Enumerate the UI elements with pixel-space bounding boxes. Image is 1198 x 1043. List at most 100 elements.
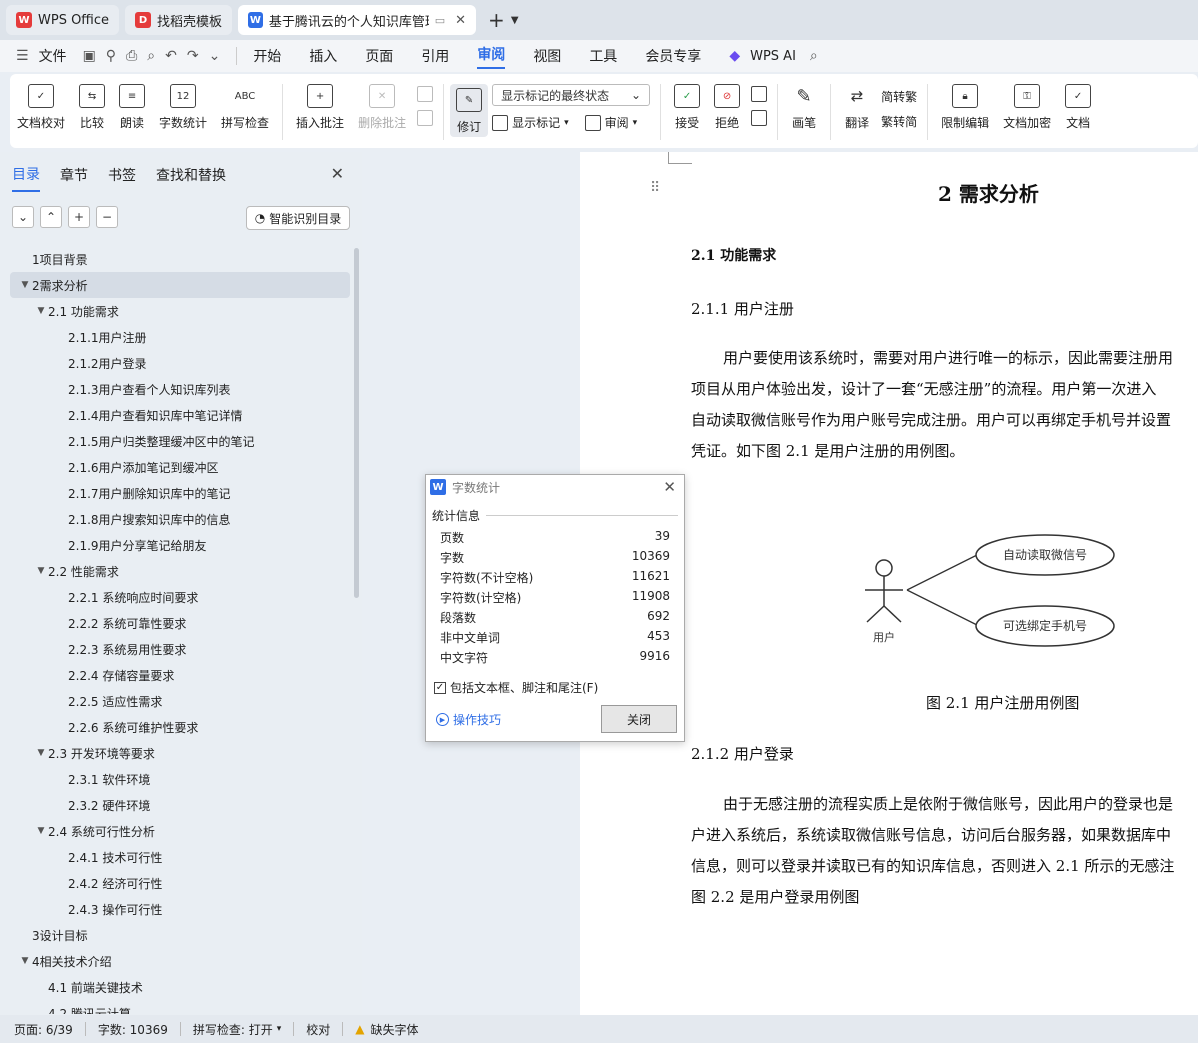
doc-button[interactable]: ✓ 文档 — [1058, 84, 1098, 131]
read-aloud-button[interactable]: ≡ 朗读 — [112, 84, 152, 131]
to-simplified-button[interactable]: 繁转简 — [881, 113, 917, 130]
plus-icon[interactable]: + — [68, 206, 90, 228]
print-icon[interactable]: ⎙ — [126, 48, 137, 64]
close-button[interactable]: 关闭 — [601, 705, 677, 733]
compare-button[interactable]: ⇆ 比较 — [72, 84, 112, 131]
translate-button[interactable]: ⇄ 翻译 — [837, 84, 877, 131]
reject-button[interactable]: ⊘ 拒绝 — [707, 84, 747, 131]
next-revision-icon[interactable] — [751, 110, 768, 126]
caret-down-icon[interactable]: ▼ — [18, 280, 32, 290]
toc-item[interactable]: 2.3.2 硬件环境 — [10, 792, 350, 818]
toc-item[interactable]: 4.2 腾讯云计算 — [10, 1000, 350, 1015]
toc-item[interactable]: 2.1.1用户注册 — [10, 324, 350, 350]
close-icon[interactable]: ✕ — [455, 13, 466, 28]
checkbox-checked-icon[interactable]: ✓ — [434, 681, 446, 694]
spell-check-status[interactable]: 拼写检查: 打开 ▾ — [193, 1021, 281, 1038]
caret-down-icon[interactable]: ▼ — [34, 748, 48, 758]
toc-item[interactable]: 2.4.1 技术可行性 — [10, 844, 350, 870]
tab-chapters[interactable]: 章节 — [60, 165, 88, 191]
chevron-down-icon[interactable]: ⌄ — [12, 206, 34, 228]
markup-select[interactable]: 显示标记的最终状态 ⌄ — [492, 84, 651, 106]
tab-wps-office[interactable]: W WPS Office — [6, 5, 120, 35]
redo-icon[interactable]: ↷ — [187, 48, 199, 64]
spell-check-button[interactable]: ABC 拼写检查 — [214, 84, 276, 131]
delete-comment-button[interactable]: ✕ 删除批注 — [351, 84, 413, 131]
menu-view[interactable]: 视图 — [533, 46, 561, 66]
share-icon[interactable]: ⚲ — [106, 48, 116, 64]
toc-item[interactable]: 2.1.3用户查看个人知识库列表 — [10, 376, 350, 402]
insert-comment-button[interactable]: + 插入批注 — [289, 84, 351, 131]
toc-item[interactable]: 2.4.3 操作可行性 — [10, 896, 350, 922]
toc-item[interactable]: 2.2.1 系统响应时间要求 — [10, 584, 350, 610]
menu-insert[interactable]: 插入 — [309, 46, 337, 66]
toc-item[interactable]: 2.2.6 系统可维护性要求 — [10, 714, 350, 740]
toc-item[interactable]: 1项目背景 — [10, 246, 350, 272]
toc-item[interactable]: ▼ 4相关技术介绍 — [10, 948, 350, 974]
ink-button[interactable]: ✎ 画笔 — [784, 84, 824, 131]
prev-revision-icon[interactable] — [751, 86, 768, 102]
include-textbox-checkbox[interactable]: ✓ 包括文本框、脚注和尾注(F) — [434, 679, 598, 696]
tab-toc[interactable]: 目录 — [12, 164, 40, 192]
chevron-up-icon[interactable]: ⌃ — [40, 206, 62, 228]
tab-bookmarks[interactable]: 书签 — [108, 165, 136, 191]
toc-item[interactable]: 2.1.2用户登录 — [10, 350, 350, 376]
toc-item[interactable]: ▼ 2需求分析 — [10, 272, 350, 298]
chevron-down-icon[interactable]: ▼ — [511, 15, 519, 26]
smart-toc-button[interactable]: ◔ 智能识别目录 — [246, 206, 350, 230]
encrypt-button[interactable]: ⚿ 文档加密 — [996, 84, 1058, 131]
toc-item[interactable]: 3设计目标 — [10, 922, 350, 948]
save-icon[interactable]: ▣ — [83, 48, 96, 64]
tab-document[interactable]: W 基于腾讯云的个人知识库管理: ▭ ✕ — [238, 5, 477, 35]
undo-icon[interactable]: ↶ — [165, 48, 177, 64]
toc-item[interactable]: ▼ 2.1 功能需求 — [10, 298, 350, 324]
menu-member[interactable]: 会员专享 — [645, 46, 701, 66]
proofread-button[interactable]: ✓ 文档校对 — [10, 84, 72, 131]
toc-item[interactable]: 2.1.7用户删除知识库中的笔记 — [10, 480, 350, 506]
toc-item[interactable]: 2.1.9用户分享笔记给朋友 — [10, 532, 350, 558]
caret-down-icon[interactable]: ▼ — [34, 826, 48, 836]
toc-item[interactable]: 2.2.3 系统易用性要求 — [10, 636, 350, 662]
to-traditional-button[interactable]: 简转繁 — [881, 88, 917, 105]
review-pane-button[interactable]: 审阅 — [605, 114, 629, 131]
drag-handle-icon[interactable]: ⠿ — [650, 180, 660, 196]
print-preview-icon[interactable]: ⌕ — [147, 48, 155, 64]
accept-button[interactable]: ✓ 接受 — [667, 84, 707, 131]
toc-item[interactable]: 2.1.8用户搜索知识库中的信息 — [10, 506, 350, 532]
menu-page[interactable]: 页面 — [365, 46, 393, 66]
tips-link[interactable]: ▶ 操作技巧 — [436, 711, 501, 728]
search-icon[interactable]: ⌕ — [810, 48, 818, 64]
new-tab-icon[interactable]: + — [488, 8, 505, 32]
menu-review[interactable]: 审阅 — [477, 44, 506, 69]
minus-icon[interactable]: − — [96, 206, 118, 228]
toc-item[interactable]: 2.2.4 存储容量要求 — [10, 662, 350, 688]
word-count-indicator[interactable]: 字数: 10369 — [98, 1021, 168, 1038]
hamburger-icon[interactable]: ☰ — [16, 48, 29, 64]
close-icon[interactable]: ✕ — [663, 478, 676, 496]
toc-item[interactable]: 2.2.5 适应性需求 — [10, 688, 350, 714]
tab-find-replace[interactable]: 查找和替换 — [156, 165, 226, 191]
menu-tools[interactable]: 工具 — [589, 46, 617, 66]
caret-down-icon[interactable]: ▼ — [18, 956, 32, 966]
toc-item[interactable]: ▼ 2.2 性能需求 — [10, 558, 350, 584]
toc-item[interactable]: ▼ 2.4 系统可行性分析 — [10, 818, 350, 844]
toc-item[interactable]: 2.4.2 经济可行性 — [10, 870, 350, 896]
toc-item[interactable]: 2.1.5用户归类整理缓冲区中的笔记 — [10, 428, 350, 454]
word-count-button[interactable]: 12 字数统计 — [152, 84, 214, 131]
dialog-title-bar[interactable]: W 字数统计 — [426, 475, 684, 499]
toc-scrollbar[interactable] — [354, 248, 359, 598]
toc-item[interactable]: ▼ 2.3 开发环境等要求 — [10, 740, 350, 766]
toc-item[interactable]: 2.2.2 系统可靠性要求 — [10, 610, 350, 636]
tab-docer-templates[interactable]: D 找稻壳模板 — [125, 5, 233, 35]
menu-wps-ai[interactable]: WPS AI — [750, 49, 796, 64]
next-comment-icon[interactable] — [417, 110, 434, 126]
toc-item[interactable]: 2.1.4用户查看知识库中笔记详情 — [10, 402, 350, 428]
prev-comment-icon[interactable] — [417, 86, 434, 102]
close-icon[interactable]: ✕ — [331, 164, 344, 183]
menu-start[interactable]: 开始 — [253, 46, 281, 66]
missing-font-status[interactable]: ▲ 缺失字体 — [355, 1021, 418, 1038]
toc-item[interactable]: 2.3.1 软件环境 — [10, 766, 350, 792]
caret-down-icon[interactable]: ▼ — [34, 306, 48, 316]
caret-down-icon[interactable]: ▼ — [34, 566, 48, 576]
menu-file[interactable]: 文件 — [39, 46, 67, 66]
chevron-down-icon[interactable]: ⌄ — [209, 48, 221, 64]
